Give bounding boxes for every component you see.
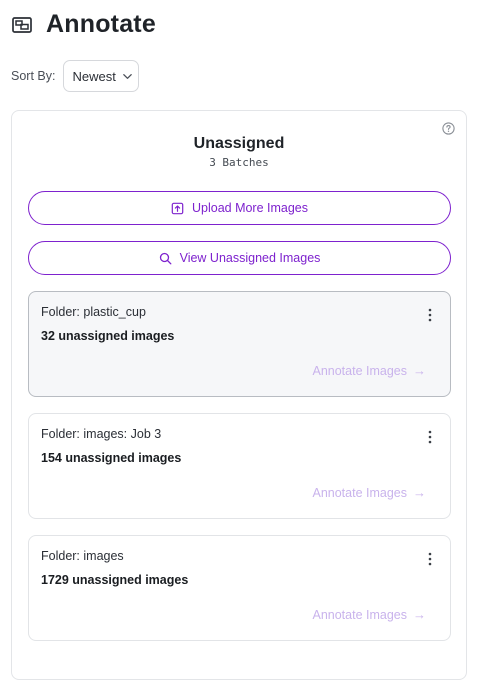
sort-value: Newest bbox=[72, 68, 116, 84]
batch-count: 3 Batches bbox=[209, 156, 269, 169]
annotate-images-link[interactable]: Annotate Images → bbox=[312, 363, 426, 378]
page-header: Annotate bbox=[11, 10, 156, 39]
page-title: Annotate bbox=[46, 10, 156, 38]
sort-label: Sort By: bbox=[11, 69, 56, 83]
arrow-right-icon: → bbox=[413, 485, 426, 500]
sort-control: Sort By: Newest bbox=[11, 60, 140, 92]
batch-folder: Folder: plastic_cup bbox=[41, 305, 146, 319]
upload-label: Upload More Images bbox=[191, 201, 309, 215]
batch-image-count: 32 unassigned images bbox=[41, 329, 175, 343]
more-vertical-icon[interactable] bbox=[428, 430, 432, 444]
sort-select[interactable]: Newest bbox=[63, 60, 140, 92]
batch-image-count: 1729 unassigned images bbox=[41, 573, 189, 587]
upload-more-images-button[interactable]: Upload More Images bbox=[28, 191, 451, 225]
annotate-images-link[interactable]: Annotate Images → bbox=[312, 485, 426, 500]
more-vertical-icon[interactable] bbox=[428, 552, 432, 566]
view-label: View Unassigned Images bbox=[179, 251, 321, 265]
help-icon[interactable] bbox=[442, 122, 455, 135]
batch-folder: Folder: images bbox=[41, 549, 124, 563]
unassigned-panel: Unassigned 3 Batches Upload More Images … bbox=[11, 110, 467, 680]
search-icon bbox=[159, 252, 172, 265]
batch-card[interactable]: Folder: images: Job 3 154 unassigned ima… bbox=[28, 413, 451, 519]
arrow-right-icon: → bbox=[413, 363, 426, 378]
view-unassigned-images-button[interactable]: View Unassigned Images bbox=[28, 241, 451, 275]
annotate-images-label: Annotate Images bbox=[312, 607, 407, 622]
annotate-images-link[interactable]: Annotate Images → bbox=[312, 607, 426, 622]
batch-image-count: 154 unassigned images bbox=[41, 451, 182, 465]
batch-folder: Folder: images: Job 3 bbox=[41, 427, 162, 441]
arrow-right-icon: → bbox=[413, 607, 426, 622]
annotate-images-label: Annotate Images bbox=[312, 485, 407, 500]
annotate-images-label: Annotate Images bbox=[312, 363, 407, 378]
annotate-icon bbox=[11, 14, 33, 36]
batch-card[interactable]: Folder: plastic_cup 32 unassigned images… bbox=[28, 291, 451, 397]
chevron-down-icon bbox=[122, 71, 133, 82]
batch-card[interactable]: Folder: images 1729 unassigned images An… bbox=[28, 535, 451, 641]
panel-title: Unassigned bbox=[193, 135, 285, 152]
upload-icon bbox=[171, 202, 184, 215]
more-vertical-icon[interactable] bbox=[428, 308, 432, 322]
